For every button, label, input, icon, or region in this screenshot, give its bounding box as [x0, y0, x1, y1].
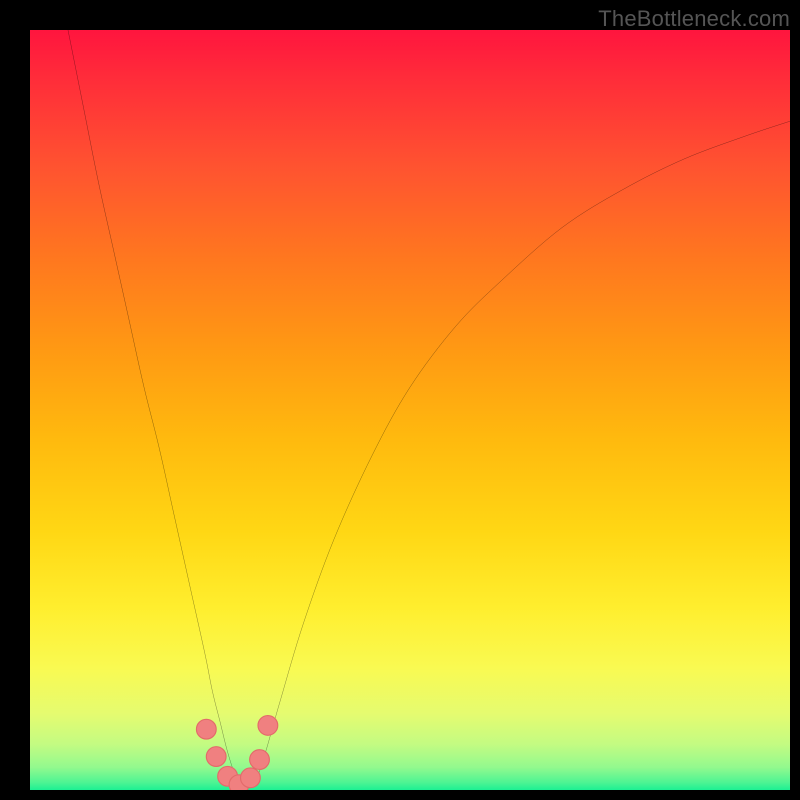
- marker-dot: [196, 719, 216, 739]
- marker-dot: [206, 747, 226, 767]
- outer-frame: TheBottleneck.com: [0, 0, 800, 800]
- marker-dot: [241, 768, 261, 788]
- plot-area: [30, 30, 790, 790]
- marker-layer: [30, 30, 790, 790]
- marker-dot: [258, 716, 278, 736]
- marker-dot: [250, 750, 270, 770]
- attribution-watermark: TheBottleneck.com: [598, 6, 790, 32]
